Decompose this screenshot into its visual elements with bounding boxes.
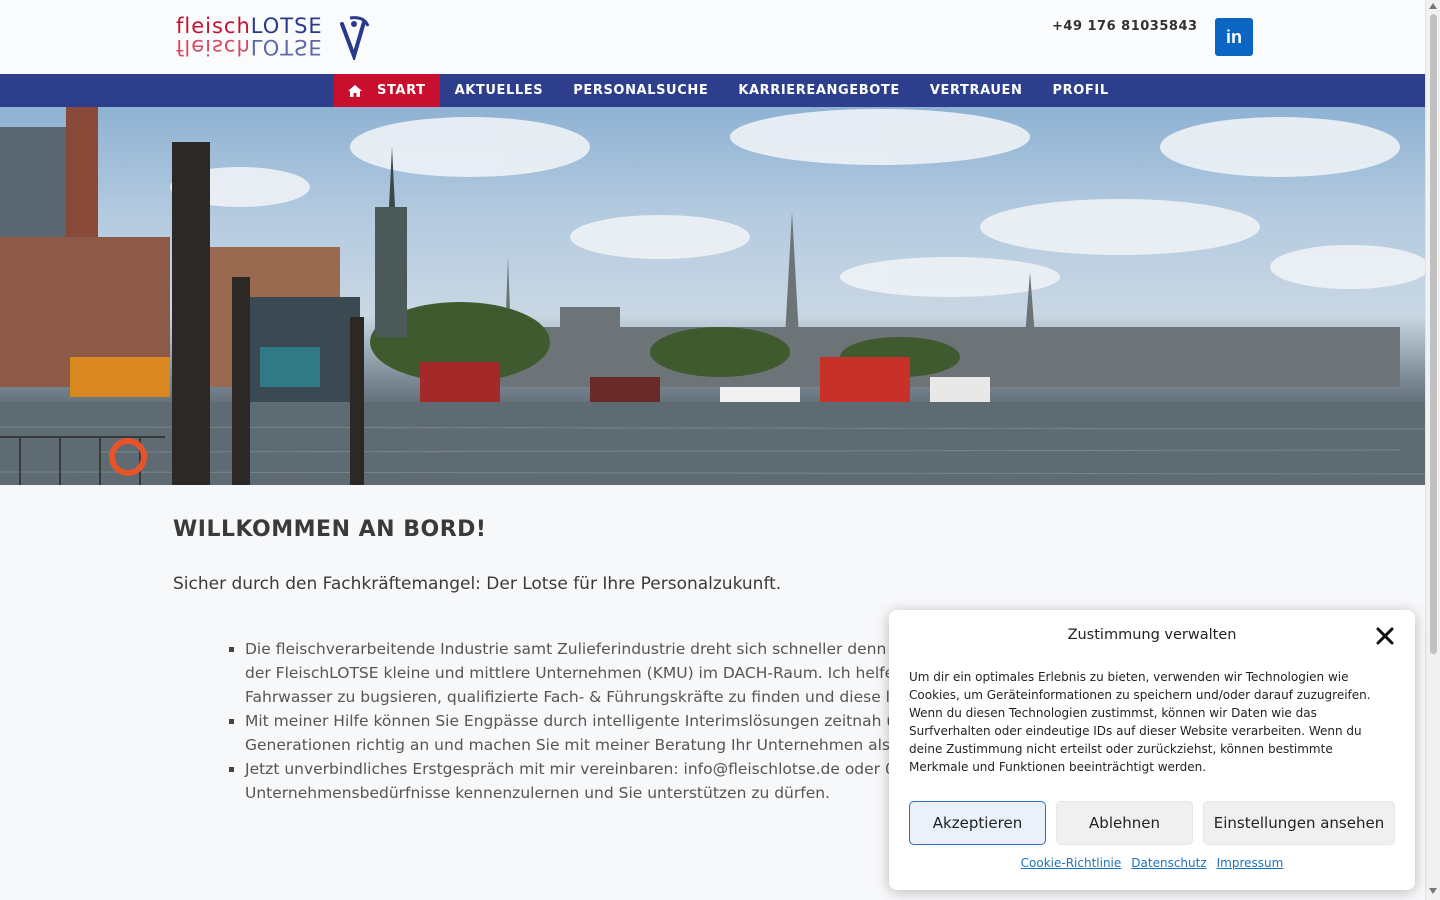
list-item-continued: Fahrwasser zu bugsieren, qualifizierte F… <box>245 688 889 706</box>
deny-button[interactable]: Ablehnen <box>1056 801 1193 845</box>
scroll-up-arrow-icon[interactable] <box>1429 3 1437 9</box>
scroll-thumb[interactable] <box>1430 14 1437 654</box>
page-subtitle: Sicher durch den Fachkräftemangel: Der L… <box>173 574 782 594</box>
page-scrollbar[interactable] <box>1425 0 1440 900</box>
nav-item-karriereangebote[interactable]: KARRIEREANGEBOTE <box>723 74 915 107</box>
list-item-continued: Generationen richtig an und machen Sie m… <box>245 736 889 754</box>
close-icon[interactable] <box>1375 626 1395 646</box>
nav-item-aktuelles[interactable]: AKTUELLES <box>440 74 559 107</box>
logo-reflection: fleischLOTSE <box>176 35 323 59</box>
dialog-links: Cookie-Richtlinie Datenschutz Impressum <box>889 856 1415 870</box>
linkedin-icon[interactable]: in <box>1215 18 1253 56</box>
home-icon <box>348 84 362 97</box>
nav-item-personalsuche[interactable]: PERSONALSUCHE <box>558 74 723 107</box>
logo-pilot-icon <box>340 16 370 60</box>
site-logo[interactable]: fleischLOTSE fleischLOTSE <box>174 12 374 62</box>
list-item-continued: Unternehmensbedürfnisse kennenzulernen u… <box>245 784 830 802</box>
nav-item-vertrauen[interactable]: VERTRAUEN <box>915 74 1038 107</box>
privacy-link[interactable]: Datenschutz <box>1131 856 1206 870</box>
list-item-continued: der FleischLOTSE kleine und mittlere Unt… <box>245 664 889 682</box>
page-title: WILLKOMMEN AN BORD! <box>173 517 487 542</box>
main-nav: START AKTUELLES PERSONALSUCHE KARRIEREAN… <box>0 74 1425 107</box>
imprint-link[interactable]: Impressum <box>1217 856 1284 870</box>
list-item: Jetzt unverbindliches Erstgespräch mit m… <box>229 757 889 781</box>
nav-item-start[interactable]: START <box>334 74 440 107</box>
cookie-consent-dialog: Zustimmung verwalten Um dir ein optimale… <box>889 610 1415 890</box>
site-header: fleischLOTSE fleischLOTSE +49 176 810358… <box>0 0 1425 74</box>
nav-item-label: START <box>377 83 426 98</box>
hero-image-hamburg-harbor <box>0 107 1425 485</box>
phone-number[interactable]: +49 176 81035843 <box>1052 19 1198 34</box>
list-item: Mit meiner Hilfe können Sie Engpässe dur… <box>229 709 889 733</box>
view-preferences-button[interactable]: Einstellungen ansehen <box>1203 801 1395 845</box>
dialog-title: Zustimmung verwalten <box>1067 627 1237 643</box>
cookie-policy-link[interactable]: Cookie-Richtlinie <box>1021 856 1122 870</box>
intro-list: Die fleischverarbeitende Industrie samt … <box>229 637 889 805</box>
scroll-down-arrow-icon[interactable] <box>1429 888 1437 894</box>
dialog-text: Um dir ein optimales Erlebnis zu bieten,… <box>909 670 1371 774</box>
accept-button[interactable]: Akzeptieren <box>909 801 1046 845</box>
nav-item-profil[interactable]: PROFIL <box>1038 74 1124 107</box>
list-item: Die fleischverarbeitende Industrie samt … <box>229 637 889 661</box>
